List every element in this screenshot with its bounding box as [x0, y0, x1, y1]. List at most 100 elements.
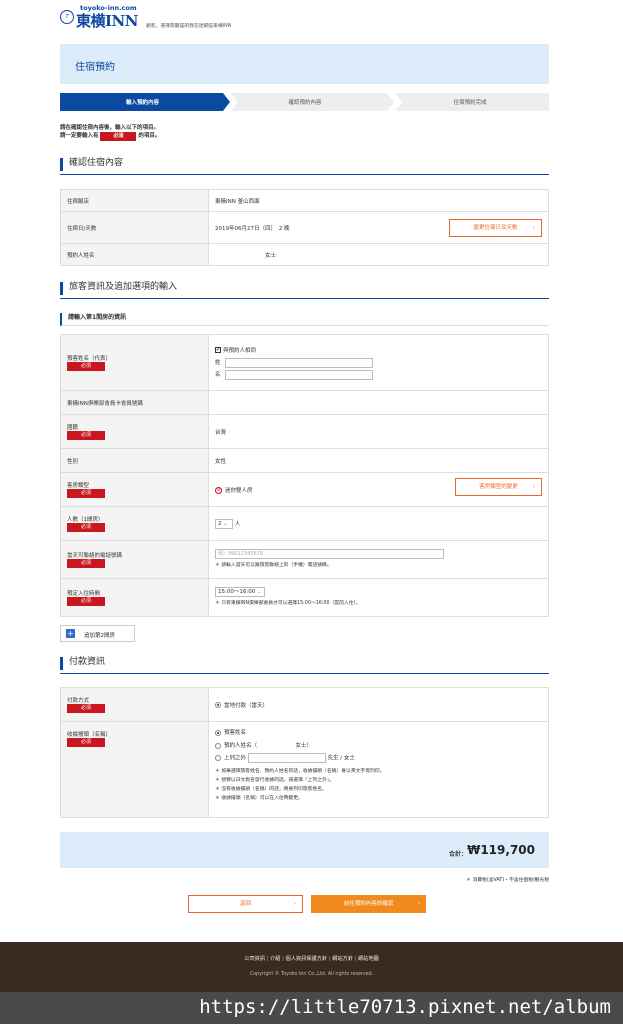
- radio-selected-icon[interactable]: [215, 702, 221, 708]
- payment-method-label-cell: 付款方式 必須: [60, 687, 209, 722]
- room-type-label: 客房類型: [67, 483, 90, 489]
- instruction-suffix: 的項目。: [138, 133, 161, 139]
- payment-method-label: 付款方式: [67, 698, 90, 704]
- footer-link[interactable]: 網站方針: [332, 956, 353, 962]
- given-name-label: 名: [215, 372, 221, 378]
- nationality-label-cell: 國籍 必須: [60, 414, 209, 449]
- step-3-label: 住宿預約完成: [453, 100, 487, 106]
- people-value: 2: [218, 520, 222, 527]
- receipt-note: ＊ 如果選擇旅客姓名、預約人姓名的話，收據擡頭（名稱）會以英文字母列印。: [215, 769, 385, 774]
- gender-value: 女性: [208, 448, 549, 473]
- required-badge: 必須: [67, 523, 105, 532]
- checkin-note: ＊ 只有東橫INN俱樂部會員才可以選擇15:00～16:00（提前入住）。: [215, 601, 361, 606]
- total-box: 合計： ₩119,700: [60, 832, 549, 868]
- receipt-option-3[interactable]: 上列之外 先生 / 女士: [215, 753, 542, 763]
- booker-label: 預約人姓名: [60, 243, 209, 266]
- required-badge: 必須: [67, 738, 105, 747]
- table-row: 住宿飯店 東橫INN 釜山西面: [60, 189, 549, 212]
- receipt-cell: 預客姓名 預約人姓名（ 女士） 上列之外 先生 / 女士 ＊ 如果選擇旅客姓名、…: [208, 721, 549, 818]
- footer-link[interactable]: 介紹: [270, 956, 280, 962]
- nationality-label: 國籍: [67, 425, 79, 431]
- member-label: 東橫INN俱樂部會員卡會員號碼: [60, 390, 209, 415]
- section-title-confirm-text: 確認住宿內容: [69, 158, 124, 168]
- phone-cell: 例）09012345678 ＊ 請輸入當天可以跟旅客聯絡上的（手機）電話號碼。: [208, 540, 549, 579]
- logo-text[interactable]: 東横INN: [76, 10, 138, 31]
- phone-note: ＊ 請輸入當天可以跟旅客聯絡上的（手機）電話號碼。: [215, 563, 332, 568]
- phone-label-cell: 當天可聯絡的電話號碼 必須: [60, 540, 209, 579]
- people-unit: 人: [234, 521, 241, 527]
- people-select[interactable]: 2 ⌄: [215, 518, 233, 529]
- required-badge: 必須: [67, 489, 105, 498]
- table-row: 付款方式 必須 當地付款（當天）: [60, 687, 549, 722]
- footer-link[interactable]: 網站地圖: [358, 956, 379, 962]
- step-1-label: 輸入預約內容: [125, 100, 159, 106]
- checkin-value: 15:00～16:00: [218, 589, 256, 595]
- surname-label: 姓: [215, 360, 221, 366]
- section-title-confirm: 確認住宿內容: [60, 155, 549, 175]
- table-row: 當天可聯絡的電話號碼 必須 例）09012345678 ＊ 請輸入當天可以跟旅客…: [60, 540, 549, 579]
- gender-label: 性別: [60, 448, 209, 473]
- receipt-option-1[interactable]: 預客姓名: [215, 728, 542, 736]
- section-title-payment: 付款資訊: [60, 654, 549, 674]
- change-dates-button[interactable]: 變更住宿日及天數 ›: [449, 219, 542, 237]
- receipt-option-2[interactable]: 預約人姓名（ 女士）: [215, 741, 542, 749]
- receipt-label-cell: 收據擡頭（名稱） 必須: [60, 721, 209, 818]
- given-name-field[interactable]: [225, 369, 373, 380]
- radio-icon[interactable]: [215, 742, 221, 749]
- chevron-right-icon: ›: [532, 225, 535, 231]
- receipt-option-3-suffix: 先生 / 女士: [327, 755, 355, 762]
- checkin-label-cell: 預定入住時間 必須: [60, 578, 209, 617]
- payment-method-cell: 當地付款（當天）: [208, 687, 549, 722]
- receipt-custom-input[interactable]: [247, 753, 326, 763]
- chevron-right-icon: ›: [532, 484, 535, 490]
- table-row: 國籍 必須 台灣: [60, 414, 549, 449]
- section-title-payment-text: 付款資訊: [69, 657, 106, 667]
- page-title: 住宿預約: [75, 62, 115, 73]
- footer-link[interactable]: 公司資訊: [244, 956, 265, 962]
- table-row: 預約人姓名 女士: [60, 243, 549, 266]
- total-amount: ₩119,700: [467, 843, 535, 857]
- room-type-value: 迷你雙人房: [225, 487, 253, 494]
- same-as-booker[interactable]: ✔ 與預約人相同: [215, 346, 542, 354]
- guest-info-table: 預客姓名（代表） 必須 ✔ 與預約人相同 姓 名 東橫INN俱樂部會員卡會員號碼 …: [60, 334, 549, 617]
- plus-icon: +: [66, 629, 75, 638]
- instruction-line-1: 請在確認住宿內容後，輸入以下的項目。: [60, 125, 160, 131]
- radio-selected-icon[interactable]: [215, 729, 221, 736]
- step-2-label: 確認預約內容: [288, 100, 322, 106]
- required-badge: 必須: [67, 431, 105, 440]
- add-room-label: 追加第2間房: [84, 633, 115, 639]
- hotel-value: 東橫INN 釜山西面: [208, 189, 549, 212]
- back-button-label: 返回: [239, 901, 251, 907]
- table-row: 人數（1間房） 必須 2 ⌄ 人: [60, 506, 549, 541]
- guest-name-cell: ✔ 與預約人相同 姓 名: [208, 334, 549, 391]
- receipt-note: ＊ 沒有收據擡頭（名稱）的話，將會列印旅客姓名。: [215, 787, 327, 792]
- add-room-button[interactable]: + 追加第2間房: [60, 625, 135, 642]
- logo-emblem-icon[interactable]: T: [60, 10, 74, 24]
- table-row: 性別 女性: [60, 448, 549, 473]
- phone-input[interactable]: 例）09012345678: [215, 549, 444, 559]
- people-label-cell: 人數（1間房） 必須: [60, 506, 209, 541]
- confirm-button[interactable]: 前往預約內容的確認 ›: [311, 895, 426, 913]
- checkin-label: 預定入住時間: [67, 591, 101, 597]
- checkin-cell: 15:00～16:00 ⌄ ＊ 只有東橫INN俱樂部會員才可以選擇15:00～1…: [208, 578, 549, 617]
- checkin-select[interactable]: 15:00～16:00 ⌄: [215, 587, 265, 597]
- tax-note: ＊ 消費稅(含VAT)・不含住宿稅/觀光稅: [466, 878, 549, 883]
- required-badge: 必須: [67, 559, 105, 568]
- payment-table: 付款方式 必須 當地付款（當天） 收據擡頭（名稱） 必須 預客姓名 預約人姓名（…: [60, 687, 549, 818]
- no-smoking-icon: ⊘: [215, 486, 222, 494]
- radio-icon[interactable]: [215, 755, 221, 761]
- receipt-note: ＊ 收據擡頭（名稱）可以在入住時變更。: [215, 796, 303, 801]
- chevron-right-icon: ›: [293, 901, 296, 907]
- chevron-down-icon: ⌄: [223, 520, 228, 527]
- footer-link[interactable]: 個人資訊保護方針: [286, 956, 328, 962]
- chevron-right-icon: ›: [417, 901, 420, 907]
- required-badge: 必須: [67, 597, 105, 606]
- dates-label: 住宿日/天數: [60, 211, 209, 244]
- back-button[interactable]: 返回 ›: [188, 895, 303, 913]
- change-room-type-button[interactable]: 客房類型的變更 ›: [455, 478, 542, 496]
- section-title-guest: 旅客資訊及追加選項的輸入: [60, 279, 549, 299]
- checkbox-checked-icon[interactable]: ✔: [215, 347, 221, 353]
- site-footer: 公司資訊 | 介紹 | 個人資訊保護方針 | 網站方針 | 網站地圖 Copyr…: [0, 942, 623, 992]
- surname-field[interactable]: [225, 357, 373, 368]
- site-header: toyoko-inn.com T 東横INN 顧客，選擇旅籠是的我在達鋼館東横I…: [60, 4, 549, 34]
